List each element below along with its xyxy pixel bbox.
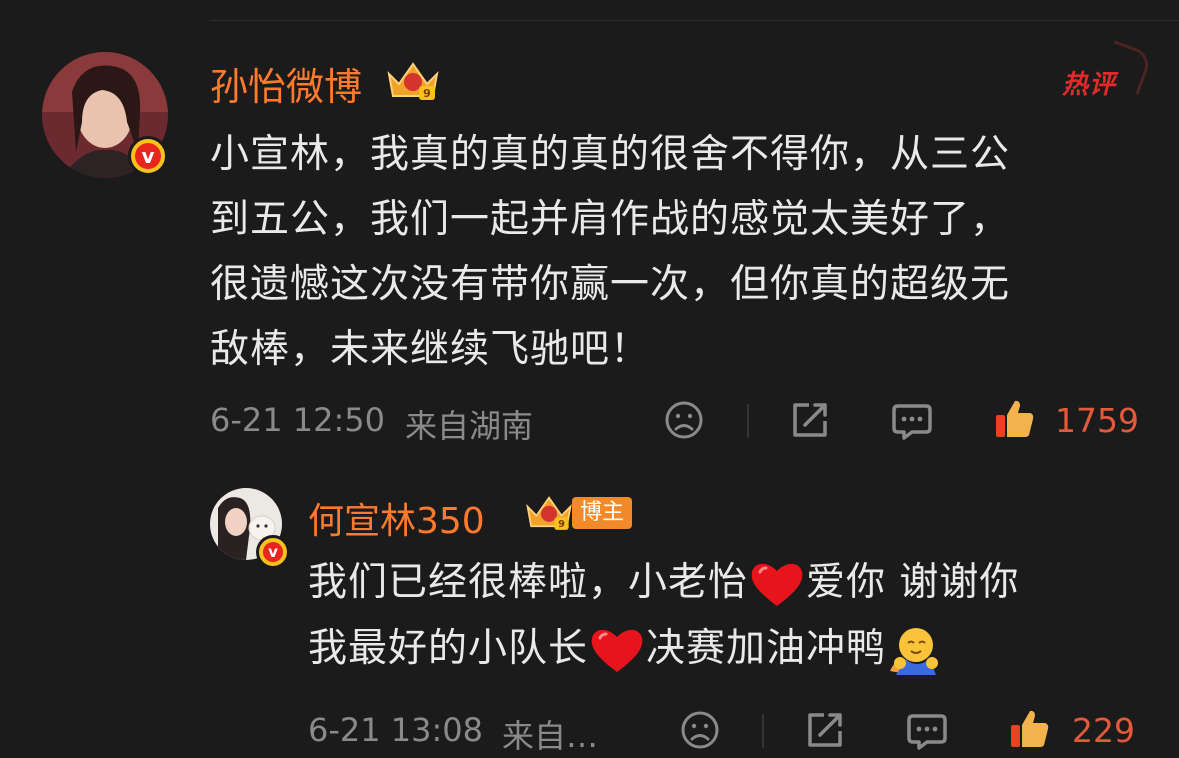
like-thumb-icon[interactable] [993, 397, 1037, 441]
reply-line-text: 我们已经很棒啦，小老怡 [308, 560, 749, 605]
replier-name[interactable]: 何宣林350 [308, 492, 485, 544]
comment-line: 小宣林，我真的真的真的很舍不得你，从三公 [210, 132, 1011, 177]
share-icon[interactable] [789, 399, 831, 441]
comment-line: 到五公，我们一起并肩作战的感觉太美好了， [210, 197, 1011, 242]
reply-line-text: 我最好的小队长 [308, 626, 589, 671]
comment-line: 很遗憾这次没有带你赢一次，但你真的超级无 [210, 262, 1011, 307]
comment-timestamp: 6-21 12:50 [210, 401, 386, 439]
svg-text:9: 9 [558, 519, 565, 530]
comment-location: 来自湖南 [405, 407, 534, 445]
reply-line-text: 决赛加油冲鸭 [646, 626, 887, 671]
dislike-face-icon[interactable] [680, 710, 720, 750]
crown-level-icon: 9 [387, 62, 439, 100]
reply-location: 来自… [502, 717, 599, 755]
comment-text: 小宣林，我真的真的真的很舍不得你，从三公 到五公，我们一起并肩作战的感觉太美好了… [210, 122, 1130, 382]
heart-emoji [751, 563, 803, 606]
action-separator [762, 714, 764, 748]
verified-v-icon: v [128, 136, 168, 176]
svg-text:9: 9 [423, 87, 431, 100]
reply-timestamp: 6-21 13:08 [308, 711, 484, 749]
like-count: 229 [1072, 711, 1135, 750]
comment-icon[interactable] [890, 400, 934, 442]
heart-emoji [591, 629, 643, 672]
like-count: 1759 [1055, 401, 1139, 440]
verified-v-icon: v [256, 535, 290, 569]
dislike-face-icon[interactable] [664, 400, 704, 440]
crown-level-icon: 9 [526, 496, 572, 530]
hug-emoji [890, 627, 939, 675]
share-icon[interactable] [804, 709, 846, 751]
comment-line: 敌棒，未来继续飞驰吧！ [210, 327, 651, 372]
hot-comment-label: 热评 [1062, 64, 1116, 101]
commenter-name[interactable]: 孙怡微博 [210, 56, 362, 111]
blogger-badge-label: 博主 [580, 500, 625, 525]
reply-line-text: 爱你 谢谢你 [806, 560, 1020, 605]
comment-icon[interactable] [905, 710, 949, 752]
reply-line: 我最好的小队长 决赛加油冲鸭 [308, 616, 1138, 682]
action-separator [747, 404, 749, 438]
blogger-badge: 博主 [572, 497, 633, 529]
reply-line: 我们已经很棒啦，小老怡 爱你 谢谢你 [308, 550, 1138, 616]
top-divider [210, 20, 1179, 21]
like-thumb-icon[interactable] [1008, 707, 1052, 751]
reply-text: 我们已经很棒啦，小老怡 爱你 谢谢你 我最好的小队长 决赛加油冲鸭 [308, 550, 1138, 682]
